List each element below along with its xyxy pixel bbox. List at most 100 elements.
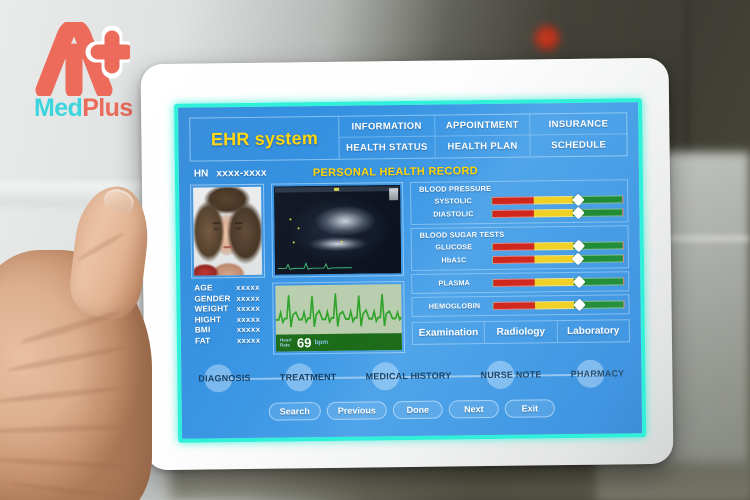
gauge-row-hemoglobin[interactable]: HEMOGLOBIN — [416, 297, 625, 313]
menu-item-schedule[interactable]: SCHEDULE — [531, 134, 627, 156]
vital-group-plasma: PLASMA — [411, 271, 630, 294]
ultrasound-caliper-dot — [292, 240, 295, 243]
workflow-steps: DIAGNOSIS TREATMENT MEDICAL HISTORY NURS… — [192, 352, 630, 399]
gauge-row-diastolic[interactable]: DIASTOLIC — [415, 205, 624, 221]
demographic-value: xxxxx — [236, 335, 261, 345]
hn-value: xxxx-xxxx — [216, 167, 267, 180]
demographic-label: FAT — [194, 335, 211, 346]
ecg-frame[interactable]: Heart Rate 69 bpm — [272, 281, 406, 355]
gauge-row-hba1c[interactable]: HbA1C — [416, 251, 624, 267]
gauge-marker-icon[interactable] — [572, 275, 586, 288]
patient-demographics: AGE xxxxx GENDER xxxxx WEIGHT xxxxx HIGH… — [191, 278, 266, 356]
workflow-step-label: TREATMENT — [279, 371, 337, 383]
demographic-row-gender: GENDER xxxxx — [194, 293, 265, 303]
gauge-track[interactable] — [491, 206, 624, 219]
ultrasound-depth-scale — [389, 188, 399, 201]
demographic-label: GENDER — [194, 293, 231, 304]
action-bar: Search Previous Done Next Exit — [193, 394, 631, 425]
ultrasound-frame[interactable] — [271, 182, 405, 278]
vital-group-blood-sugar: BLOOD SUGAR TESTS GLUCOSE HbA1C — [410, 225, 630, 271]
vital-group-blood-pressure: BLOOD PRESSURE SYSTOLIC DIASTOLIC — [409, 179, 629, 225]
portrait-mouth — [223, 246, 233, 249]
menu-item-health-plan[interactable]: HEALTH PLAN — [435, 135, 532, 158]
demographic-row-fat: FAT xxxxx — [195, 335, 266, 345]
gauge-track[interactable] — [491, 239, 624, 252]
next-button[interactable]: Next — [448, 399, 499, 419]
menu-item-appointment[interactable]: APPOINTMENT — [434, 114, 531, 137]
gauge-track[interactable] — [491, 252, 624, 265]
menu-item-health-status[interactable]: HEALTH STATUS — [339, 136, 436, 159]
gauge-marker-icon[interactable] — [572, 239, 585, 252]
demographic-label: HIGHT — [194, 314, 222, 325]
gauge-marker-icon[interactable] — [571, 252, 584, 265]
tab-radiology[interactable]: Radiology — [485, 321, 558, 344]
result-tabs[interactable]: Examination Radiology Laboratory — [411, 319, 630, 345]
workflow-step-medical-history[interactable]: MEDICAL HISTORY — [365, 362, 452, 391]
demographic-value: xxxxx — [236, 324, 261, 335]
patient-portrait-photo — [193, 186, 263, 276]
page-title: PERSONAL HEALTH RECORD — [312, 164, 478, 179]
demographic-label: AGE — [194, 283, 213, 293]
gauge-label: SYSTOLIC — [434, 196, 472, 206]
main-menu[interactable]: INFORMATION APPOINTMENT INSURANCE HEALTH… — [338, 113, 627, 159]
gauge-marker-icon[interactable] — [571, 193, 585, 206]
demographic-value: xxxxx — [236, 303, 261, 314]
app-header: EHR system INFORMATION APPOINTMENT INSUR… — [189, 112, 628, 162]
workflow-step-diagnosis[interactable]: DIAGNOSIS — [198, 364, 251, 393]
portrait-eye-right — [235, 227, 242, 231]
done-button[interactable]: Done — [392, 400, 443, 420]
demographic-value: xxxxx — [236, 293, 261, 303]
menu-item-information[interactable]: INFORMATION — [339, 115, 436, 138]
previous-button[interactable]: Previous — [326, 401, 387, 420]
workflow-step-treatment[interactable]: TREATMENT — [279, 363, 337, 392]
hospital-number: HN xxxx-xxxx — [190, 167, 293, 180]
gauge-label: HbA1C — [441, 255, 467, 265]
gauge-label: HEMOGLOBIN — [428, 301, 481, 311]
tab-laboratory[interactable]: Laboratory — [557, 320, 629, 342]
exit-button[interactable]: Exit — [504, 399, 555, 418]
record-body: AGE xxxxx GENDER xxxxx WEIGHT xxxxx HIGH… — [190, 178, 630, 355]
gauge-track[interactable] — [491, 193, 624, 206]
gauge-track[interactable] — [492, 298, 625, 311]
vital-group-hemoglobin: HEMOGLOBIN — [411, 294, 630, 317]
gauge-marker-icon[interactable] — [571, 206, 585, 219]
heart-rate-value: 69 — [296, 335, 312, 351]
ehr-screen[interactable]: EHR system INFORMATION APPOINTMENT INSUR… — [178, 102, 643, 439]
gauge-track[interactable] — [492, 275, 625, 288]
gauge-label: GLUCOSE — [435, 242, 473, 252]
photo-scene: MedPlus EHR system INFORMATION APPOINTME… — [0, 0, 750, 500]
workflow-step-label: MEDICAL HISTORY — [365, 370, 452, 382]
heart-rate-label: Heart Rate — [279, 337, 292, 348]
brand-name-med: Med — [34, 94, 83, 122]
portrait-eye-left — [213, 227, 220, 231]
brand-name-plus: Plus — [82, 94, 133, 122]
tab-examination[interactable]: Examination — [412, 322, 486, 344]
portrait-brow-left — [212, 222, 221, 225]
demographic-label: WEIGHT — [194, 304, 229, 314]
brand-wordmark: MedPlus — [34, 96, 133, 121]
gauge-row-plasma[interactable]: PLASMA — [416, 274, 625, 290]
ultrasound-caliper-dot — [289, 218, 292, 221]
gauge-label: PLASMA — [438, 278, 471, 288]
echocardiogram-image — [274, 185, 402, 275]
search-button[interactable]: Search — [268, 402, 321, 421]
media-panel: Heart Rate 69 bpm — [271, 182, 406, 355]
heart-rate-readout: Heart Rate 69 bpm — [275, 333, 403, 352]
heart-rate-unit: bpm — [314, 338, 329, 347]
menu-item-insurance[interactable]: INSURANCE — [530, 113, 627, 136]
workflow-step-nurse-note[interactable]: NURSE NOTE — [481, 360, 542, 390]
medplus-mark-icon — [35, 22, 130, 96]
demographic-row-hight: HIGHT xxxxx — [195, 314, 266, 324]
ecg-waveform — [275, 284, 403, 335]
workflow-step-pharmacy[interactable]: PHARMACY — [570, 359, 625, 388]
workflow-step-label: DIAGNOSIS — [198, 372, 251, 384]
demographic-row-weight: WEIGHT xxxxx — [194, 304, 265, 314]
ecg-waveform-svg — [275, 293, 403, 328]
gauge-marker-icon[interactable] — [572, 298, 586, 311]
workflow-step-label: PHARMACY — [570, 368, 625, 380]
ultrasound-tick — [334, 187, 340, 191]
patient-panel: AGE xxxxx GENDER xxxxx WEIGHT xxxxx HIGH… — [190, 183, 266, 356]
vitals-panel: BLOOD PRESSURE SYSTOLIC DIASTOLIC BLOOD … — [409, 179, 630, 353]
patient-photo-frame — [190, 183, 266, 279]
ecg-monitor: Heart Rate 69 bpm — [275, 284, 403, 352]
